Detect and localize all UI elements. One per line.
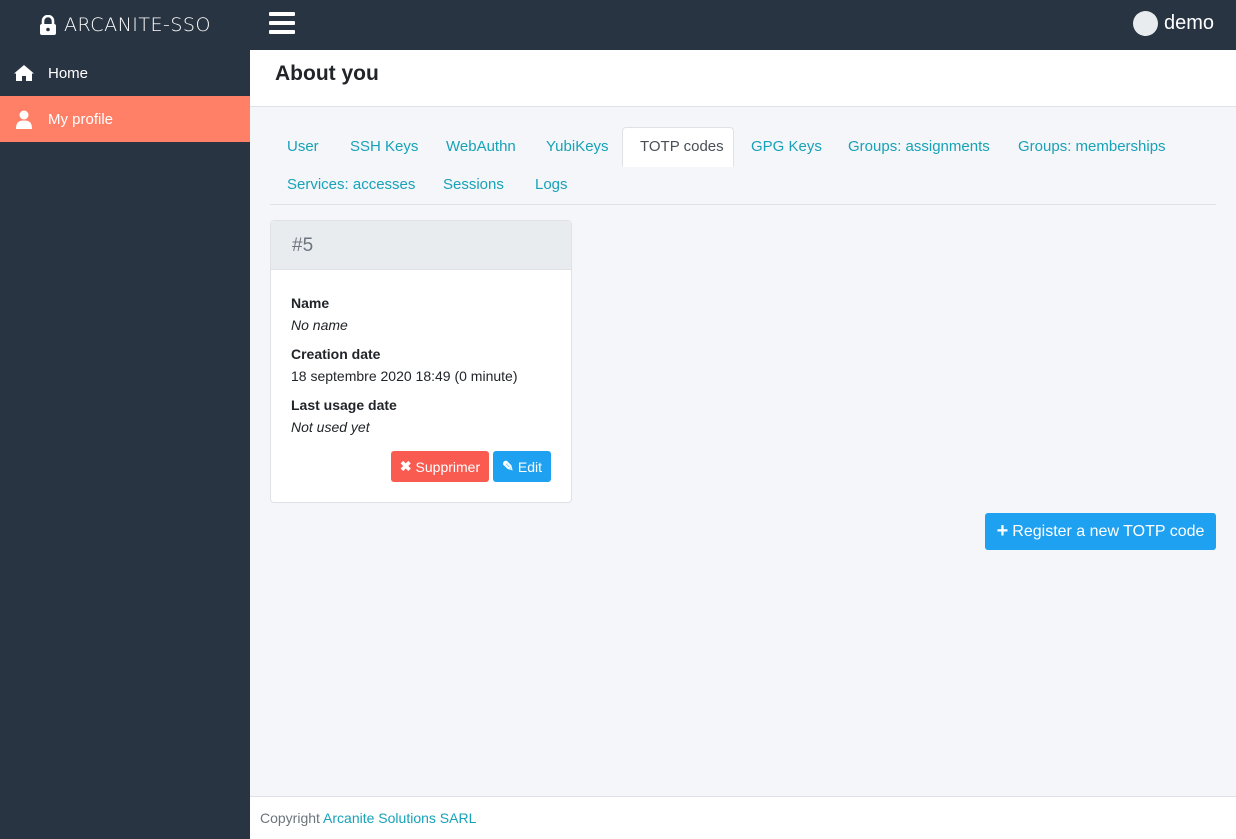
tab-services-accesses[interactable]: Services: accesses — [270, 165, 432, 205]
page-title: About you — [275, 62, 379, 85]
user-menu[interactable]: demo — [1132, 11, 1214, 36]
register-totp-button[interactable]: + Register a new TOTP code — [985, 513, 1216, 550]
edit-button[interactable]: ✎ Edit — [493, 451, 551, 482]
field-value-last-usage-date: Not used yet — [291, 419, 370, 435]
field-label-last-usage-date: Last usage date — [291, 397, 397, 413]
sidebar-item-my-profile[interactable]: My profile — [0, 96, 250, 142]
card-actions: ✖ Supprimer ✎ Edit — [390, 451, 551, 482]
field-label-creation-date: Creation date — [291, 346, 381, 362]
tab-totp-codes[interactable]: TOTP codes — [622, 127, 734, 167]
delete-button-label: Supprimer — [415, 458, 481, 475]
footer-company-link[interactable]: Arcanite Solutions SARL — [323, 810, 476, 826]
home-icon — [13, 63, 35, 83]
lock-icon — [40, 15, 57, 35]
avatar — [1132, 11, 1158, 36]
sidebar-item-home[interactable]: Home — [0, 50, 250, 96]
sidebar-item-label: Home — [48, 64, 89, 82]
sidebar-item-label: My profile — [48, 110, 114, 128]
delete-button[interactable]: ✖ Supprimer — [390, 451, 490, 482]
profile-tabs: User SSH Keys WebAuthn YubiKeys TOTP cod… — [270, 127, 1216, 205]
pencil-icon: ✎ — [502, 458, 514, 474]
tab-sessions[interactable]: Sessions — [426, 165, 521, 205]
hamburger-icon[interactable] — [269, 12, 295, 36]
brand[interactable]: ARCANITE-SSO — [0, 0, 250, 50]
user-name: demo — [1163, 12, 1214, 34]
tab-yubikeys[interactable]: YubiKeys — [529, 127, 626, 167]
tab-webauthn[interactable]: WebAuthn — [429, 127, 533, 167]
sidebar: Home My profile — [0, 50, 250, 839]
field-value-name: No name — [291, 317, 348, 333]
brand-name: ARCANITE-SSO — [64, 14, 211, 36]
top-navbar: demo — [250, 0, 1236, 50]
edit-button-label: Edit — [517, 458, 542, 475]
footer-copyright: Copyright — [260, 810, 320, 826]
footer: Copyright Arcanite Solutions SARL — [250, 796, 1236, 839]
tab-ssh-keys[interactable]: SSH Keys — [333, 127, 435, 167]
content-header: About you — [250, 50, 1236, 107]
field-label-name: Name — [291, 295, 330, 311]
tab-groups-assignments[interactable]: Groups: assignments — [831, 127, 1007, 167]
field-value-creation-date: 18 septembre 2020 18:49 (0 minute) — [291, 368, 518, 384]
times-icon: ✖ — [399, 458, 412, 474]
tab-gpg-keys[interactable]: GPG Keys — [734, 127, 839, 167]
plus-icon: + — [996, 520, 1009, 542]
totp-card: #5 Name No name Creation date 18 septemb… — [270, 220, 572, 503]
register-totp-label: Register a new TOTP code — [1012, 522, 1205, 540]
card-body: Name No name Creation date 18 septembre … — [271, 270, 571, 438]
tab-logs[interactable]: Logs — [518, 165, 585, 205]
user-icon — [13, 109, 35, 129]
card-title: #5 — [271, 221, 571, 270]
tab-groups-memberships[interactable]: Groups: memberships — [1001, 127, 1183, 167]
tab-user[interactable]: User — [270, 127, 336, 167]
